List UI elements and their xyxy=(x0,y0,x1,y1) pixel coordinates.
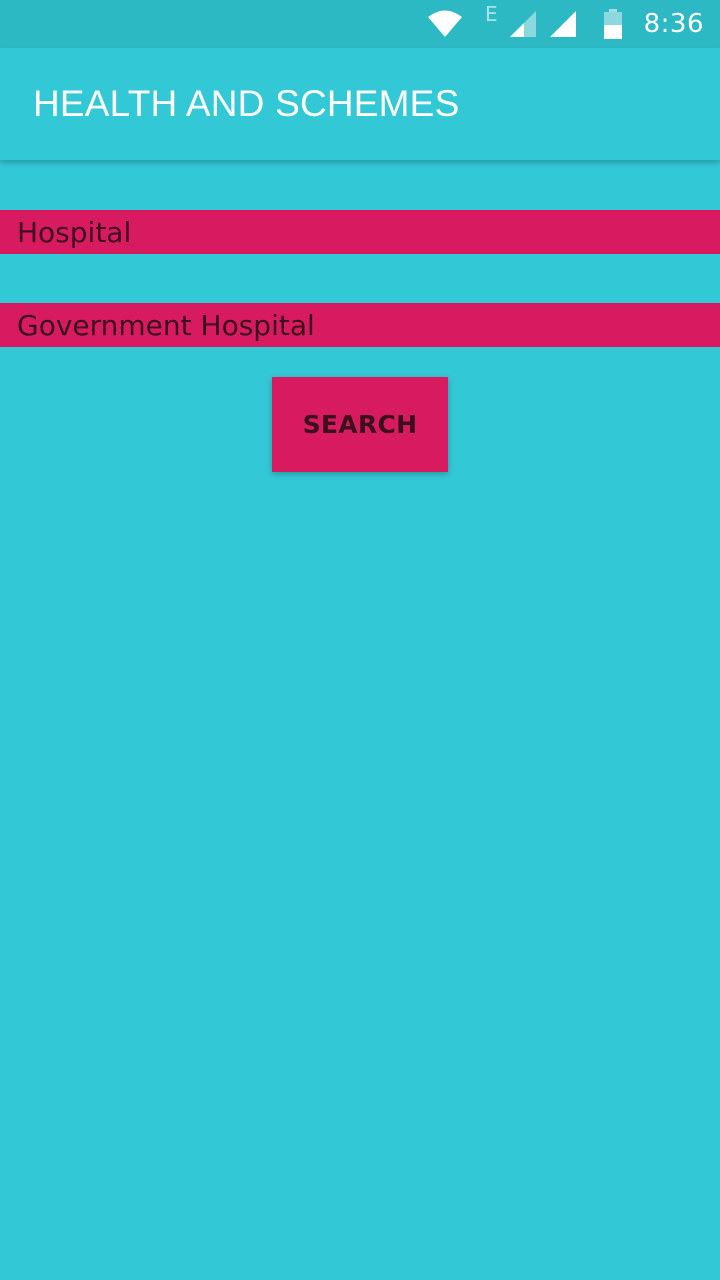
status-clock: 8:36 xyxy=(643,9,704,39)
app-bar: HEALTH AND SCHEMES xyxy=(0,48,720,160)
app-title: HEALTH AND SCHEMES xyxy=(33,83,460,124)
search-button[interactable]: SEARCH xyxy=(272,377,448,472)
status-bar: E 8:36 xyxy=(0,0,720,48)
signal-icon xyxy=(509,11,536,37)
signal-icon xyxy=(549,11,576,37)
battery-icon xyxy=(603,9,622,39)
category-selected-value: Hospital xyxy=(17,215,132,249)
wifi-icon xyxy=(427,9,463,39)
category-spinner[interactable]: Hospital xyxy=(0,210,720,254)
search-button-label: SEARCH xyxy=(302,410,418,439)
type-selected-value: Government Hospital xyxy=(17,308,315,342)
type-spinner[interactable]: Government Hospital xyxy=(0,303,720,347)
network-type-label: E xyxy=(484,2,498,26)
